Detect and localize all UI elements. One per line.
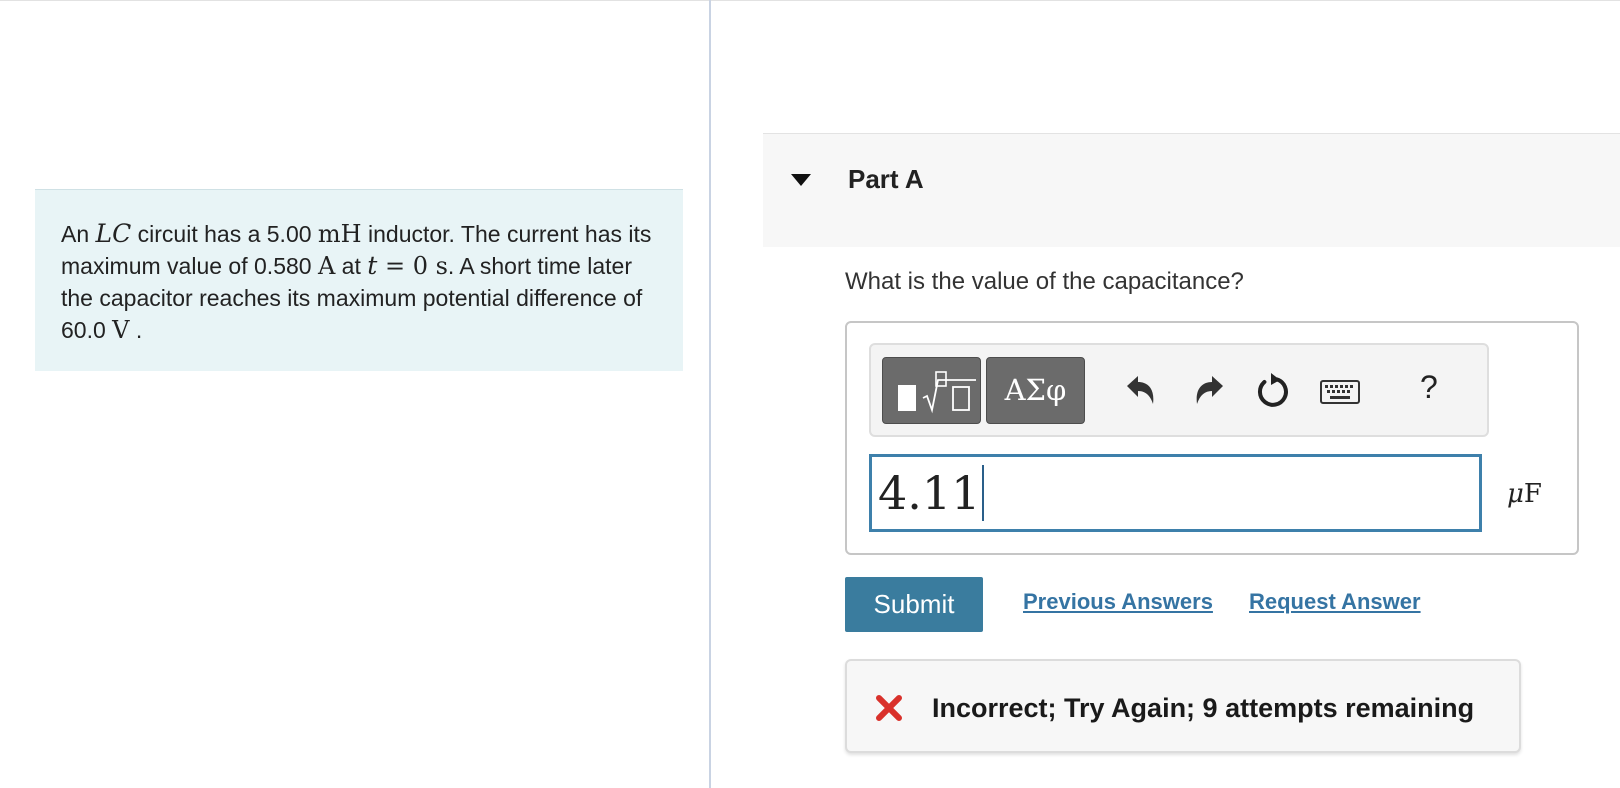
templates-button[interactable]	[882, 357, 981, 424]
previous-answers-link[interactable]: Previous Answers	[1023, 589, 1213, 615]
undo-icon[interactable]	[1121, 371, 1161, 411]
unit-prefix: μ	[1507, 479, 1524, 509]
problem-text: An	[61, 221, 96, 247]
answer-value: 4.11	[878, 466, 981, 520]
keyboard-icon[interactable]	[1318, 371, 1362, 411]
feedback-box: Incorrect; Try Again; 9 attempts remaini…	[845, 659, 1521, 753]
collapse-caret-icon[interactable]	[791, 174, 811, 186]
problem-statement: An LC circuit has a 5.00 mH inductor. Th…	[35, 189, 683, 371]
reset-icon[interactable]	[1254, 371, 1294, 411]
redo-icon[interactable]	[1189, 371, 1229, 411]
submit-button[interactable]: Submit	[845, 577, 983, 632]
templates-icon	[898, 371, 976, 414]
unit-symbol: F	[1523, 479, 1542, 509]
math-zero-s: 0 s	[412, 252, 448, 280]
help-button[interactable]: ?	[1420, 369, 1438, 406]
answer-box: ΑΣφ ? 4.11 μF	[845, 321, 1579, 555]
error-x-icon	[876, 695, 902, 721]
answer-unit: μF	[1507, 479, 1542, 509]
math-var-t: t	[367, 251, 378, 280]
text-cursor	[982, 465, 985, 521]
math-toolbar: ΑΣφ ?	[869, 343, 1489, 437]
math-equals: =	[377, 252, 413, 280]
panel-divider	[709, 0, 711, 788]
part-title: Part A	[848, 164, 924, 194]
feedback-message: Incorrect; Try Again; 9 attempts remaini…	[932, 693, 1475, 723]
request-answer-link[interactable]: Request Answer	[1249, 589, 1421, 615]
top-divider	[0, 0, 1620, 1]
answer-input[interactable]: 4.11	[869, 454, 1482, 532]
problem-text: circuit has a 5.00	[131, 221, 318, 247]
math-lc: LC	[95, 219, 132, 248]
question-text: What is the value of the capacitance?	[845, 268, 1244, 295]
greek-symbols-button[interactable]: ΑΣφ	[986, 357, 1085, 424]
problem-text: .	[129, 317, 143, 343]
math-unit-a: A	[317, 252, 336, 280]
math-unit-v: V	[112, 316, 130, 344]
part-a-header[interactable]: Part A	[763, 133, 1620, 247]
math-unit-mh: mH	[317, 220, 362, 248]
problem-text: at	[335, 253, 368, 279]
